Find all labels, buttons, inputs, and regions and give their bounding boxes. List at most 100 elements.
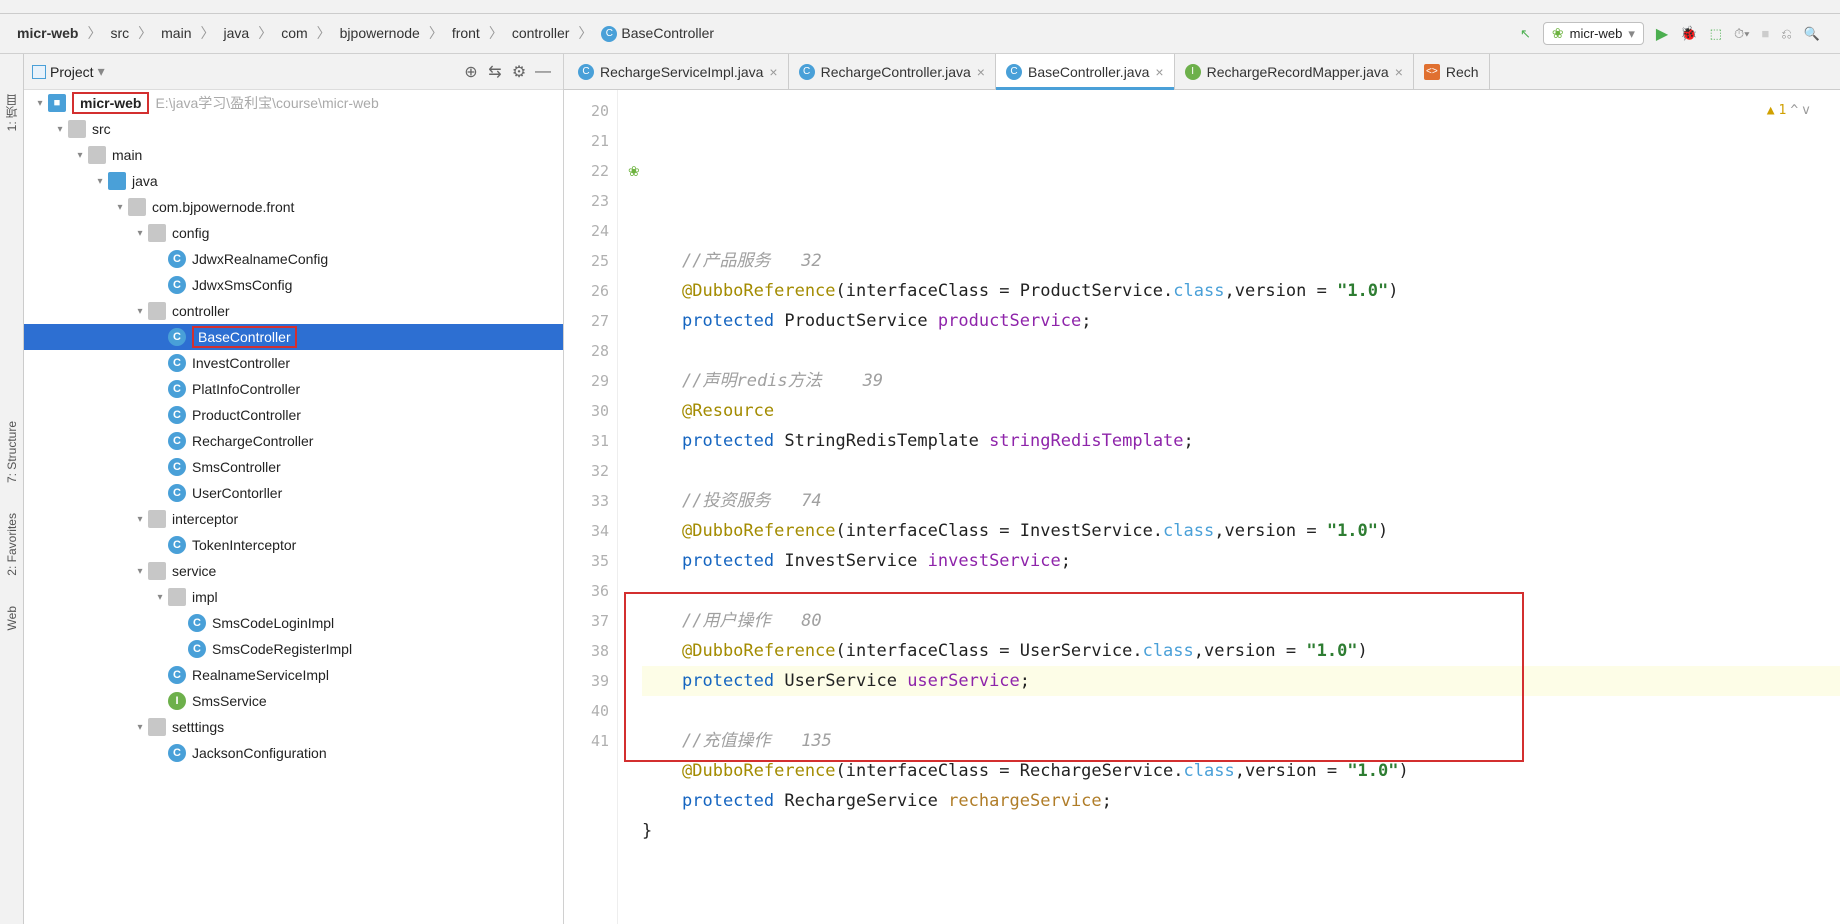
tool-project[interactable]: 1: 项目 bbox=[3, 94, 20, 131]
coverage-icon[interactable]: ⬚ bbox=[1710, 26, 1722, 42]
tree-node[interactable]: C PlatInfoController bbox=[24, 376, 563, 402]
panel-title: Project bbox=[50, 64, 94, 80]
back-icon[interactable]: ↖ bbox=[1520, 26, 1531, 42]
tree-node[interactable]: C JdwxSmsConfig bbox=[24, 272, 563, 298]
breadcrumb-item[interactable]: CBaseController bbox=[594, 22, 721, 45]
left-tool-strip: 1: 项目 7: Structure 2: Favorites Web bbox=[0, 54, 24, 924]
tree-node[interactable]: I SmsService bbox=[24, 688, 563, 714]
close-icon[interactable]: × bbox=[1155, 64, 1163, 80]
stop-icon[interactable]: ■ bbox=[1762, 26, 1770, 41]
package-icon bbox=[148, 562, 166, 580]
tree-node[interactable]: C JdwxRealnameConfig bbox=[24, 246, 563, 272]
tree-node[interactable]: C SmsCodeRegisterImpl bbox=[24, 636, 563, 662]
warn-indicator[interactable]: ▲1 ^ v bbox=[1767, 96, 1810, 126]
main-menu[interactable] bbox=[0, 0, 1840, 14]
breadcrumb-item[interactable]: java bbox=[217, 22, 257, 44]
package-icon bbox=[128, 198, 146, 216]
class-icon: C bbox=[168, 406, 186, 424]
breadcrumb-item[interactable]: com bbox=[274, 22, 314, 44]
spring-icon: ❀ bbox=[1552, 25, 1564, 42]
package-icon bbox=[148, 718, 166, 736]
code-line: //产品服务 32 @DubboReference(interfaceClass… bbox=[682, 251, 1409, 811]
class-icon: C bbox=[168, 666, 186, 684]
folder-icon bbox=[108, 172, 126, 190]
breadcrumb-item[interactable]: micr-web bbox=[10, 22, 85, 44]
expand-icon[interactable]: ⇆ bbox=[483, 60, 507, 84]
breadcrumb-item[interactable]: bjpowernode bbox=[333, 22, 427, 44]
debug-icon[interactable]: 🐞 bbox=[1680, 25, 1697, 42]
tree-node[interactable]: C SmsController bbox=[24, 454, 563, 480]
tree-node[interactable]: ▾ setttings bbox=[24, 714, 563, 740]
git-icon[interactable]: ⎌ bbox=[1781, 26, 1791, 42]
breadcrumb-item[interactable]: controller bbox=[505, 22, 577, 44]
tree-node[interactable]: ▾ impl bbox=[24, 584, 563, 610]
class-icon: C bbox=[168, 744, 186, 762]
tree-node[interactable]: C InvestController bbox=[24, 350, 563, 376]
tree-node[interactable]: C BaseController bbox=[24, 324, 563, 350]
close-icon[interactable]: × bbox=[1395, 64, 1403, 80]
close-icon[interactable]: × bbox=[769, 64, 777, 80]
tree-node[interactable]: C SmsCodeLoginImpl bbox=[24, 610, 563, 636]
breadcrumb[interactable]: micr-web〉src〉main〉java〉com〉bjpowernode〉f… bbox=[10, 22, 1520, 45]
nav-row: micr-web〉src〉main〉java〉com〉bjpowernode〉f… bbox=[0, 14, 1840, 54]
tree-node[interactable]: C RechargeController bbox=[24, 428, 563, 454]
tree-node[interactable]: ▾ controller bbox=[24, 298, 563, 324]
editor[interactable]: 20 21 22 23 24 25 26 27 28 29 30 31 32 3… bbox=[564, 90, 1840, 924]
locate-icon[interactable]: ⊕ bbox=[459, 60, 483, 84]
gear-icon[interactable]: ⚙ bbox=[507, 60, 531, 84]
class-icon: C bbox=[168, 432, 186, 450]
tool-favorites[interactable]: 2: Favorites bbox=[5, 513, 19, 576]
tree-node[interactable]: ▾ src bbox=[24, 116, 563, 142]
class-icon: C bbox=[168, 484, 186, 502]
run-icon[interactable]: ▶ bbox=[1656, 24, 1668, 44]
tool-web[interactable]: Web bbox=[5, 606, 19, 630]
project-tree[interactable]: ▾ ■ micr-webE:\java学习\盈利宝\course\micr-we… bbox=[24, 90, 563, 924]
tree-node[interactable]: ▾ interceptor bbox=[24, 506, 563, 532]
chevron-down-icon[interactable]: ▾ bbox=[98, 63, 105, 80]
package-icon bbox=[168, 588, 186, 606]
tree-node[interactable]: C RealnameServiceImpl bbox=[24, 662, 563, 688]
package-icon bbox=[148, 302, 166, 320]
search-icon[interactable]: 🔍 bbox=[1804, 26, 1820, 42]
breadcrumb-item[interactable]: src bbox=[103, 22, 136, 44]
chevron-down-icon: ▾ bbox=[1628, 26, 1635, 42]
editor-tab[interactable]: <>Rech bbox=[1414, 54, 1490, 89]
interface-icon: I bbox=[168, 692, 186, 710]
class-icon: C bbox=[168, 250, 186, 268]
tree-node[interactable]: C TokenInterceptor bbox=[24, 532, 563, 558]
tree-node[interactable]: ▾ com.bjpowernode.front bbox=[24, 194, 563, 220]
class-icon: C bbox=[168, 276, 186, 294]
close-icon[interactable]: × bbox=[977, 64, 985, 80]
folder-icon bbox=[68, 120, 86, 138]
breadcrumb-item[interactable]: front bbox=[445, 22, 487, 44]
run-config-label: micr-web bbox=[1570, 26, 1623, 41]
code-area[interactable]: ▲1 ^ v //产品服务 32 @DubboReference(interfa… bbox=[642, 90, 1840, 924]
tree-node[interactable]: ▾ config bbox=[24, 220, 563, 246]
tree-node[interactable]: ▾ main bbox=[24, 142, 563, 168]
class-icon: C bbox=[188, 614, 206, 632]
tree-node[interactable]: ▾ java bbox=[24, 168, 563, 194]
tree-node[interactable]: ▾ service bbox=[24, 558, 563, 584]
tool-structure[interactable]: 7: Structure bbox=[5, 421, 19, 483]
breadcrumb-item[interactable]: main bbox=[154, 22, 198, 44]
nav-tools: ↖ ❀ micr-web ▾ ▶ 🐞 ⬚ ⏱▾ ■ ⎌ 🔍 bbox=[1520, 22, 1820, 45]
editor-tab[interactable]: IRechargeRecordMapper.java× bbox=[1175, 54, 1414, 89]
editor-tabs[interactable]: CRechargeServiceImpl.java×CRechargeContr… bbox=[564, 54, 1840, 90]
tree-node[interactable]: C ProductController bbox=[24, 402, 563, 428]
class-icon: C bbox=[168, 328, 186, 346]
tree-node[interactable]: ▾ ■ micr-webE:\java学习\盈利宝\course\micr-we… bbox=[24, 90, 563, 116]
editor-tab[interactable]: CBaseController.java× bbox=[996, 54, 1175, 89]
editor-tab[interactable]: CRechargeServiceImpl.java× bbox=[568, 54, 789, 89]
class-icon: C bbox=[188, 640, 206, 658]
class-icon: C bbox=[168, 380, 186, 398]
profile-icon[interactable]: ⏱▾ bbox=[1734, 26, 1750, 42]
tree-node[interactable]: C JacksonConfiguration bbox=[24, 740, 563, 766]
gutter-icons: ❀ bbox=[618, 90, 642, 924]
class-icon: C bbox=[168, 458, 186, 476]
editor-tab[interactable]: CRechargeController.java× bbox=[789, 54, 996, 89]
minimize-icon[interactable]: — bbox=[531, 60, 555, 84]
run-config-selector[interactable]: ❀ micr-web ▾ bbox=[1543, 22, 1644, 45]
package-icon bbox=[148, 224, 166, 242]
tree-node[interactable]: C UserContorller bbox=[24, 480, 563, 506]
class-icon: C bbox=[168, 354, 186, 372]
